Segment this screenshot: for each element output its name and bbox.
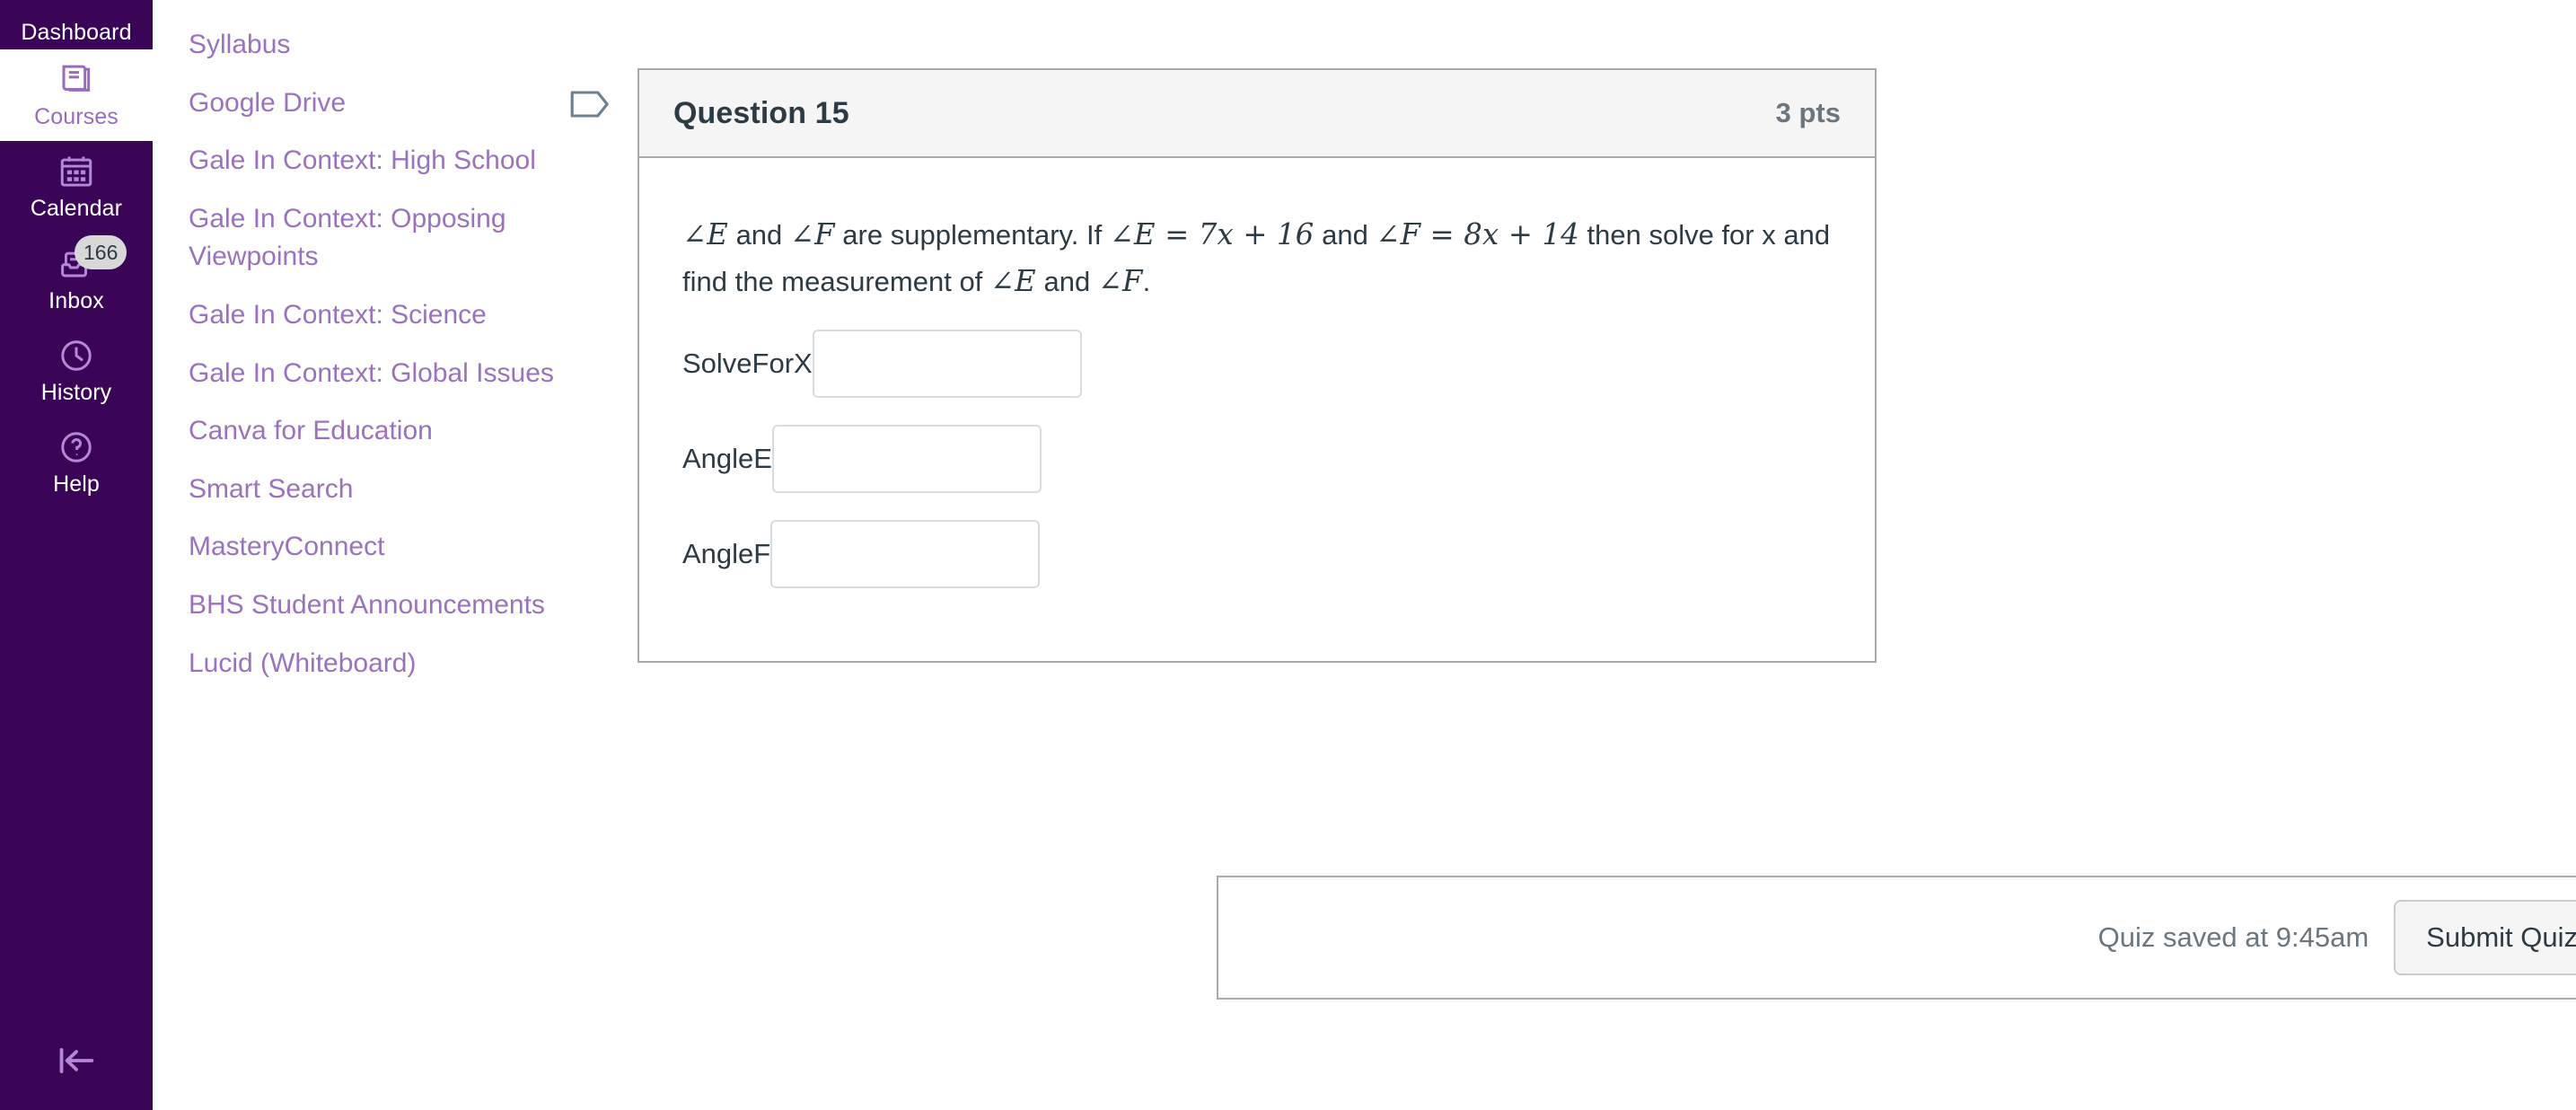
quiz-saved-status: Quiz saved at 9:45am xyxy=(2097,921,2369,953)
question-header: Question 15 3 pts xyxy=(639,70,1875,158)
submit-quiz-button[interactable]: Submit Quiz xyxy=(2394,900,2576,975)
course-nav-item-smart-search[interactable]: Smart Search xyxy=(189,461,593,519)
math-angle-e-2: ∠E xyxy=(989,263,1036,298)
inbox-unread-badge: 166 xyxy=(75,234,127,269)
quiz-submit-bar: Quiz saved at 9:45am Submit Quiz xyxy=(1217,876,2576,1000)
prompt-text-6: . xyxy=(1142,265,1151,297)
global-nav-label-inbox: Inbox xyxy=(48,287,104,313)
course-nav-item-masteryconnect[interactable]: MasteryConnect xyxy=(189,518,593,577)
answer-row-anglef: AngleF xyxy=(682,520,1832,589)
question-box: Question 15 3 pts ∠E and ∠F are suppleme… xyxy=(637,68,1877,663)
course-navigation: Syllabus Google Drive Gale In Context: H… xyxy=(153,0,629,1110)
answer-row-solveforx: SolveForX xyxy=(682,330,1832,399)
course-nav-item-gale-science[interactable]: Gale In Context: Science xyxy=(189,286,593,345)
question-body: ∠E and ∠F are supplementary. If ∠E = 7x … xyxy=(639,158,1875,661)
question-flag-icon[interactable] xyxy=(567,84,614,124)
question-points: 3 pts xyxy=(1775,97,1841,128)
global-nav-label-calendar: Calendar xyxy=(30,196,123,222)
global-nav-item-calendar[interactable]: Calendar xyxy=(0,141,153,233)
prompt-text-2: are supplementary. If xyxy=(834,219,1110,251)
math-angle-f-1: ∠F xyxy=(789,217,835,251)
prompt-text-5: and xyxy=(1035,265,1098,297)
global-nav-label-courses: Courses xyxy=(34,104,119,129)
course-nav-list-item: Gale In Context: High School xyxy=(189,132,593,190)
answer-label-anglef: AngleF xyxy=(682,538,771,570)
collapse-left-arrow-icon[interactable] xyxy=(0,1033,153,1088)
global-nav-label-dashboard: Dashboard xyxy=(21,19,132,45)
course-nav-list-item: Gale In Context: Global Issues xyxy=(189,345,593,403)
course-nav-list-item: Google Drive xyxy=(189,75,593,133)
question-name: Question 15 xyxy=(673,95,849,130)
course-nav-item-google-drive[interactable]: Google Drive xyxy=(189,75,593,133)
question-prompt-text: ∠E and ∠F are supplementary. If ∠E = 7x … xyxy=(682,212,1832,304)
question-container: Question 15 3 pts ∠E and ∠F are suppleme… xyxy=(570,68,1877,663)
global-nav-item-help[interactable]: Help xyxy=(0,417,153,508)
course-nav-item-gale-opposing-viewpoints[interactable]: Gale In Context: Opposing Viewpoints xyxy=(189,190,593,286)
global-nav-item-history[interactable]: History xyxy=(0,325,153,417)
help-question-icon xyxy=(55,426,98,469)
answer-label-anglee: AngleE xyxy=(682,443,772,475)
answer-row-anglee: AngleE xyxy=(682,425,1832,494)
answer-label-solveforx: SolveForX xyxy=(682,348,813,380)
history-clock-icon xyxy=(55,334,98,377)
math-equation-f: ∠F = 8x + 14 xyxy=(1376,217,1579,251)
courses-book-icon xyxy=(55,58,98,101)
course-nav-list-item: Smart Search xyxy=(189,461,593,519)
global-nav-label-help: Help xyxy=(53,471,100,497)
global-nav-item-dashboard[interactable]: Dashboard xyxy=(0,0,153,49)
global-nav-item-inbox[interactable]: 166 Inbox xyxy=(0,233,153,325)
course-nav-list-item: BHS Student Announcements xyxy=(189,577,593,635)
inbox-tray-icon: 166 xyxy=(55,234,127,286)
math-angle-e-1: ∠E xyxy=(682,217,728,251)
answer-input-anglef[interactable] xyxy=(770,520,1041,589)
course-nav-list: Syllabus Google Drive Gale In Context: H… xyxy=(189,16,593,692)
course-nav-item-bhs-student-announcements[interactable]: BHS Student Announcements xyxy=(189,577,593,635)
answer-input-anglee[interactable] xyxy=(771,425,1042,494)
prompt-text-3: and xyxy=(1314,219,1376,251)
course-nav-list-item: Lucid (Whiteboard) xyxy=(189,635,593,693)
course-nav-item-gale-global-issues[interactable]: Gale In Context: Global Issues xyxy=(189,345,593,403)
course-nav-item-gale-high-school[interactable]: Gale In Context: High School xyxy=(189,132,593,190)
course-nav-item-canva-for-education[interactable]: Canva for Education xyxy=(189,402,593,461)
calendar-icon xyxy=(55,150,98,193)
course-nav-list-item: Canva for Education xyxy=(189,402,593,461)
course-nav-item-lucid-whiteboard[interactable]: Lucid (Whiteboard) xyxy=(189,635,593,693)
global-navigation: Dashboard Courses Calendar 166 Inbox His… xyxy=(0,0,153,1110)
prompt-text-1: and xyxy=(727,219,790,251)
quiz-content-area: Question 15 3 pts ∠E and ∠F are suppleme… xyxy=(570,0,2576,1110)
course-nav-item-syllabus[interactable]: Syllabus xyxy=(189,16,593,75)
course-nav-list-item: Syllabus xyxy=(189,16,593,75)
course-nav-list-item: MasteryConnect xyxy=(189,518,593,577)
answer-input-solveforx[interactable] xyxy=(812,330,1082,399)
math-angle-f-2: ∠F xyxy=(1097,263,1143,298)
course-nav-list-item: Gale In Context: Opposing Viewpoints xyxy=(189,190,593,286)
course-nav-list-item: Gale In Context: Science xyxy=(189,286,593,345)
math-equation-e: ∠E = 7x + 16 xyxy=(1109,217,1314,251)
canvas-quiz-page: Dashboard Courses Calendar 166 Inbox His… xyxy=(0,0,2576,1110)
global-nav-item-courses[interactable]: Courses xyxy=(0,49,153,142)
global-nav-label-history: History xyxy=(40,379,112,405)
